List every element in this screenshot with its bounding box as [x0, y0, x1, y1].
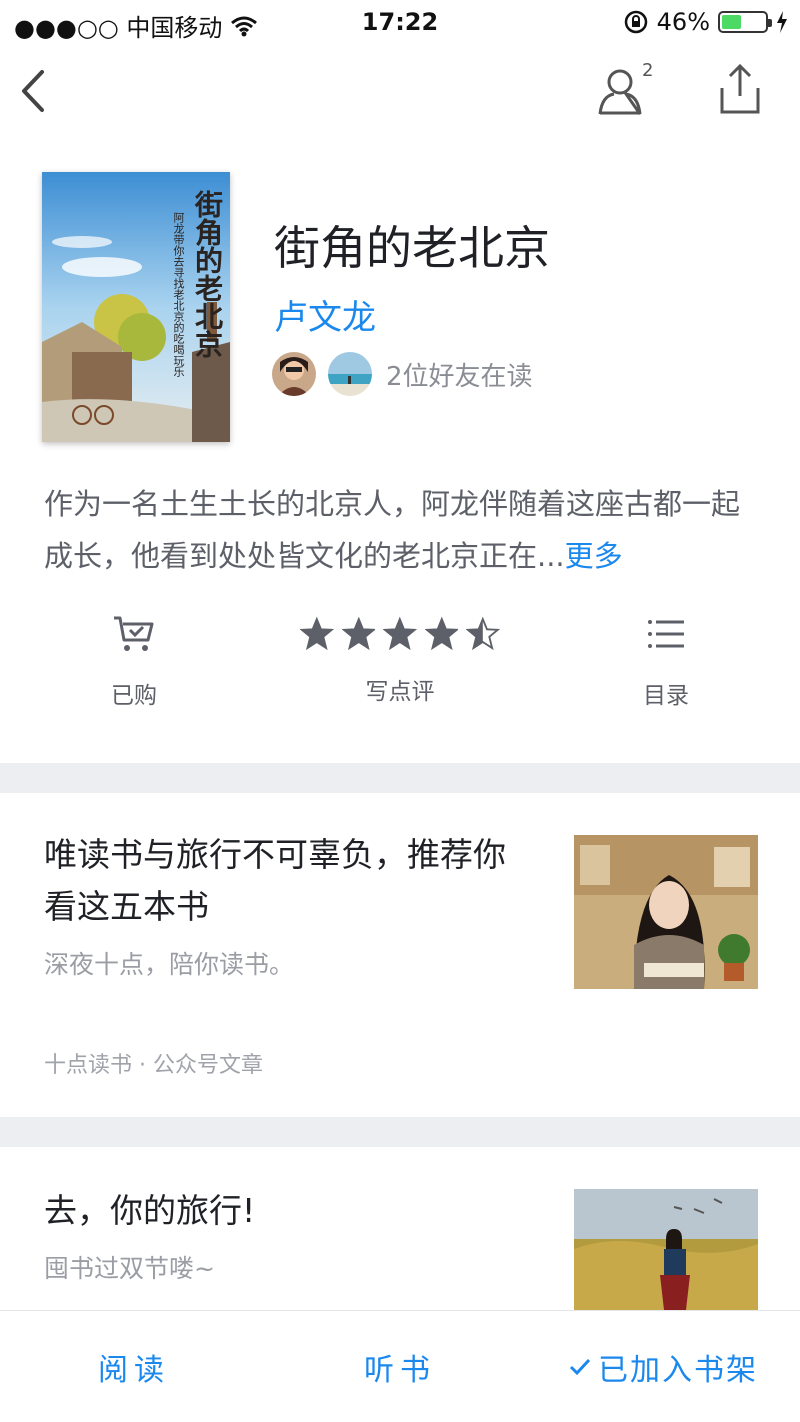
article-title: 去，你的旅行! — [44, 1191, 256, 1230]
article-card[interactable]: 去，你的旅行! 囤书过双节喽~ — [0, 1147, 800, 1310]
listen-button[interactable]: 听书 — [364, 1345, 436, 1389]
article-subtitle: 深夜十点，陪你读书。 — [44, 950, 295, 979]
cover-subtitle: 阿龙带你去寻找老北京的吃喝玩乐 — [172, 212, 185, 377]
cart-icon — [114, 616, 154, 651]
star-full-icon[interactable] — [300, 616, 334, 652]
section-divider — [0, 763, 800, 793]
check-icon — [569, 1358, 591, 1376]
book-intro: 作为一名土生土长的北京人，阿龙伴随着这座古都一起成长，他看到处处皆文化的老北京正… — [44, 478, 764, 582]
friends-badge: 2 — [642, 60, 654, 81]
book-author[interactable]: 卢文龙 — [274, 290, 376, 339]
bought-label: 已购 — [111, 683, 157, 709]
article-thumbnail — [574, 1189, 758, 1310]
toc-button[interactable]: 目录 — [566, 610, 766, 710]
bought-button[interactable]: 已购 — [34, 610, 234, 710]
bottom-bar: 阅读 听书 已加入书架 — [0, 1310, 800, 1422]
nav-bar: 2 — [0, 44, 800, 140]
section-divider — [0, 1117, 800, 1147]
cover-title: 街角的老北京 — [191, 190, 224, 358]
rotation-lock-icon — [624, 10, 647, 34]
friend-avatar — [328, 352, 372, 396]
share-icon[interactable] — [716, 62, 764, 116]
star-full-icon[interactable] — [341, 616, 376, 652]
friend-avatar — [272, 352, 316, 396]
article-thumbnail — [574, 835, 758, 989]
article-card[interactable]: 唯读书与旅行不可辜负，推荐你看这五本书 深夜十点，陪你读书。 十点读书 · 公众… — [0, 793, 800, 1117]
article-source: 十点读书 · 公众号文章 — [44, 1053, 263, 1078]
intro-text: 作为一名土生土长的北京人，阿龙伴随着这座古都一起成长，他看到处处皆文化的老北京正… — [44, 487, 741, 573]
star-full-icon[interactable] — [383, 616, 417, 652]
star-full-icon[interactable] — [424, 616, 459, 652]
charging-icon — [777, 11, 787, 33]
review-button[interactable]: 写点评 — [300, 610, 500, 706]
review-label: 写点评 — [365, 679, 435, 705]
article-title: 唯读书与旅行不可辜负，推荐你看这五本书 — [44, 835, 506, 926]
read-button[interactable]: 阅读 — [98, 1345, 170, 1389]
intro-more-link[interactable]: 更多 — [565, 539, 623, 573]
friends-reading-label: 2位好友在读 — [386, 361, 533, 392]
shelf-label: 已加入书架 — [598, 1353, 758, 1388]
toc-label: 目录 — [643, 683, 689, 709]
rating-stars — [300, 610, 500, 658]
shelf-button[interactable]: 已加入书架 — [568, 1345, 758, 1389]
back-icon[interactable] — [14, 66, 54, 116]
battery-percent: 46% — [656, 8, 710, 36]
article-subtitle: 囤书过双节喽~ — [44, 1254, 215, 1283]
book-title: 街角的老北京 — [274, 221, 550, 275]
book-cover[interactable]: 街角的老北京 阿龙带你去寻找老北京的吃喝玩乐 — [42, 172, 230, 442]
star-half-icon[interactable] — [466, 616, 500, 652]
friends-reading[interactable]: 2位好友在读 — [272, 352, 533, 396]
list-icon — [648, 620, 684, 648]
friends-button[interactable]: 2 — [596, 60, 660, 116]
status-bar: ●●●○○ 中国移动 17:22 46% — [0, 0, 800, 44]
action-row: 已购 写点评 目录 — [0, 610, 800, 720]
battery-icon — [718, 11, 772, 33]
person-icon — [598, 69, 642, 115]
